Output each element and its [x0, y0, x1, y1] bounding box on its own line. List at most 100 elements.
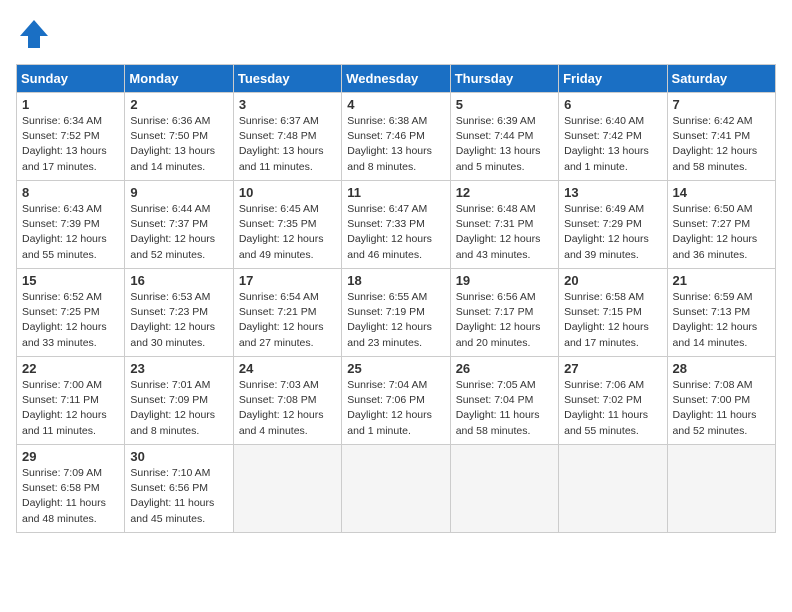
- calendar-day: 8 Sunrise: 6:43 AM Sunset: 7:39 PM Dayli…: [17, 181, 125, 269]
- calendar-day: 6 Sunrise: 6:40 AM Sunset: 7:42 PM Dayli…: [559, 93, 667, 181]
- calendar-day: 10 Sunrise: 6:45 AM Sunset: 7:35 PM Dayl…: [233, 181, 341, 269]
- day-number: 19: [456, 273, 553, 288]
- day-header-monday: Monday: [125, 65, 233, 93]
- day-header-sunday: Sunday: [17, 65, 125, 93]
- calendar-day: 19 Sunrise: 6:56 AM Sunset: 7:17 PM Dayl…: [450, 269, 558, 357]
- day-info: Sunrise: 6:42 AM Sunset: 7:41 PM Dayligh…: [673, 114, 770, 175]
- calendar-day: 5 Sunrise: 6:39 AM Sunset: 7:44 PM Dayli…: [450, 93, 558, 181]
- day-number: 14: [673, 185, 770, 200]
- day-info: Sunrise: 6:43 AM Sunset: 7:39 PM Dayligh…: [22, 202, 119, 263]
- day-number: 2: [130, 97, 227, 112]
- calendar-day: 17 Sunrise: 6:54 AM Sunset: 7:21 PM Dayl…: [233, 269, 341, 357]
- day-number: 18: [347, 273, 444, 288]
- day-number: 21: [673, 273, 770, 288]
- calendar-week-2: 8 Sunrise: 6:43 AM Sunset: 7:39 PM Dayli…: [17, 181, 776, 269]
- calendar-day: [450, 445, 558, 533]
- day-info: Sunrise: 7:10 AM Sunset: 6:56 PM Dayligh…: [130, 466, 227, 527]
- day-info: Sunrise: 6:40 AM Sunset: 7:42 PM Dayligh…: [564, 114, 661, 175]
- day-info: Sunrise: 6:58 AM Sunset: 7:15 PM Dayligh…: [564, 290, 661, 351]
- calendar-day: 16 Sunrise: 6:53 AM Sunset: 7:23 PM Dayl…: [125, 269, 233, 357]
- calendar-week-1: 1 Sunrise: 6:34 AM Sunset: 7:52 PM Dayli…: [17, 93, 776, 181]
- day-number: 20: [564, 273, 661, 288]
- day-number: 1: [22, 97, 119, 112]
- day-info: Sunrise: 7:01 AM Sunset: 7:09 PM Dayligh…: [130, 378, 227, 439]
- calendar-day: 11 Sunrise: 6:47 AM Sunset: 7:33 PM Dayl…: [342, 181, 450, 269]
- calendar-day: 28 Sunrise: 7:08 AM Sunset: 7:00 PM Dayl…: [667, 357, 775, 445]
- day-number: 8: [22, 185, 119, 200]
- calendar-week-5: 29 Sunrise: 7:09 AM Sunset: 6:58 PM Dayl…: [17, 445, 776, 533]
- calendar-table: SundayMondayTuesdayWednesdayThursdayFrid…: [16, 64, 776, 533]
- calendar-day: 30 Sunrise: 7:10 AM Sunset: 6:56 PM Dayl…: [125, 445, 233, 533]
- calendar-day: 4 Sunrise: 6:38 AM Sunset: 7:46 PM Dayli…: [342, 93, 450, 181]
- day-number: 29: [22, 449, 119, 464]
- day-info: Sunrise: 7:05 AM Sunset: 7:04 PM Dayligh…: [456, 378, 553, 439]
- day-number: 10: [239, 185, 336, 200]
- calendar-day: [342, 445, 450, 533]
- day-number: 15: [22, 273, 119, 288]
- day-info: Sunrise: 6:53 AM Sunset: 7:23 PM Dayligh…: [130, 290, 227, 351]
- day-info: Sunrise: 6:54 AM Sunset: 7:21 PM Dayligh…: [239, 290, 336, 351]
- calendar-week-3: 15 Sunrise: 6:52 AM Sunset: 7:25 PM Dayl…: [17, 269, 776, 357]
- calendar-day: 1 Sunrise: 6:34 AM Sunset: 7:52 PM Dayli…: [17, 93, 125, 181]
- calendar-day: 21 Sunrise: 6:59 AM Sunset: 7:13 PM Dayl…: [667, 269, 775, 357]
- logo-icon: [16, 16, 52, 52]
- day-number: 4: [347, 97, 444, 112]
- calendar-day: 15 Sunrise: 6:52 AM Sunset: 7:25 PM Dayl…: [17, 269, 125, 357]
- day-info: Sunrise: 7:04 AM Sunset: 7:06 PM Dayligh…: [347, 378, 444, 439]
- day-number: 12: [456, 185, 553, 200]
- day-info: Sunrise: 6:49 AM Sunset: 7:29 PM Dayligh…: [564, 202, 661, 263]
- day-number: 11: [347, 185, 444, 200]
- calendar-day: [559, 445, 667, 533]
- day-number: 3: [239, 97, 336, 112]
- day-number: 30: [130, 449, 227, 464]
- day-info: Sunrise: 6:44 AM Sunset: 7:37 PM Dayligh…: [130, 202, 227, 263]
- calendar-day: 13 Sunrise: 6:49 AM Sunset: 7:29 PM Dayl…: [559, 181, 667, 269]
- calendar-day: 24 Sunrise: 7:03 AM Sunset: 7:08 PM Dayl…: [233, 357, 341, 445]
- day-number: 25: [347, 361, 444, 376]
- day-info: Sunrise: 6:39 AM Sunset: 7:44 PM Dayligh…: [456, 114, 553, 175]
- day-info: Sunrise: 7:08 AM Sunset: 7:00 PM Dayligh…: [673, 378, 770, 439]
- day-number: 7: [673, 97, 770, 112]
- calendar-day: 3 Sunrise: 6:37 AM Sunset: 7:48 PM Dayli…: [233, 93, 341, 181]
- calendar-day: 18 Sunrise: 6:55 AM Sunset: 7:19 PM Dayl…: [342, 269, 450, 357]
- calendar-day: 22 Sunrise: 7:00 AM Sunset: 7:11 PM Dayl…: [17, 357, 125, 445]
- day-number: 28: [673, 361, 770, 376]
- calendar-day: 12 Sunrise: 6:48 AM Sunset: 7:31 PM Dayl…: [450, 181, 558, 269]
- day-info: Sunrise: 6:47 AM Sunset: 7:33 PM Dayligh…: [347, 202, 444, 263]
- calendar-day: 2 Sunrise: 6:36 AM Sunset: 7:50 PM Dayli…: [125, 93, 233, 181]
- day-number: 23: [130, 361, 227, 376]
- calendar-day: 9 Sunrise: 6:44 AM Sunset: 7:37 PM Dayli…: [125, 181, 233, 269]
- day-info: Sunrise: 6:38 AM Sunset: 7:46 PM Dayligh…: [347, 114, 444, 175]
- logo: [16, 16, 58, 52]
- calendar-day: 25 Sunrise: 7:04 AM Sunset: 7:06 PM Dayl…: [342, 357, 450, 445]
- calendar-day: 14 Sunrise: 6:50 AM Sunset: 7:27 PM Dayl…: [667, 181, 775, 269]
- day-info: Sunrise: 7:03 AM Sunset: 7:08 PM Dayligh…: [239, 378, 336, 439]
- calendar-day: [233, 445, 341, 533]
- day-info: Sunrise: 7:09 AM Sunset: 6:58 PM Dayligh…: [22, 466, 119, 527]
- day-number: 9: [130, 185, 227, 200]
- day-info: Sunrise: 6:55 AM Sunset: 7:19 PM Dayligh…: [347, 290, 444, 351]
- calendar-day: 23 Sunrise: 7:01 AM Sunset: 7:09 PM Dayl…: [125, 357, 233, 445]
- day-number: 27: [564, 361, 661, 376]
- day-info: Sunrise: 6:56 AM Sunset: 7:17 PM Dayligh…: [456, 290, 553, 351]
- calendar-day: 27 Sunrise: 7:06 AM Sunset: 7:02 PM Dayl…: [559, 357, 667, 445]
- header-row: SundayMondayTuesdayWednesdayThursdayFrid…: [17, 65, 776, 93]
- day-header-tuesday: Tuesday: [233, 65, 341, 93]
- day-number: 26: [456, 361, 553, 376]
- day-number: 5: [456, 97, 553, 112]
- day-info: Sunrise: 6:36 AM Sunset: 7:50 PM Dayligh…: [130, 114, 227, 175]
- day-info: Sunrise: 6:50 AM Sunset: 7:27 PM Dayligh…: [673, 202, 770, 263]
- day-header-friday: Friday: [559, 65, 667, 93]
- day-number: 17: [239, 273, 336, 288]
- calendar-day: 7 Sunrise: 6:42 AM Sunset: 7:41 PM Dayli…: [667, 93, 775, 181]
- day-number: 13: [564, 185, 661, 200]
- day-info: Sunrise: 6:52 AM Sunset: 7:25 PM Dayligh…: [22, 290, 119, 351]
- calendar-day: [667, 445, 775, 533]
- calendar-day: 29 Sunrise: 7:09 AM Sunset: 6:58 PM Dayl…: [17, 445, 125, 533]
- day-info: Sunrise: 6:48 AM Sunset: 7:31 PM Dayligh…: [456, 202, 553, 263]
- day-header-thursday: Thursday: [450, 65, 558, 93]
- day-info: Sunrise: 6:34 AM Sunset: 7:52 PM Dayligh…: [22, 114, 119, 175]
- day-number: 6: [564, 97, 661, 112]
- day-number: 24: [239, 361, 336, 376]
- day-header-wednesday: Wednesday: [342, 65, 450, 93]
